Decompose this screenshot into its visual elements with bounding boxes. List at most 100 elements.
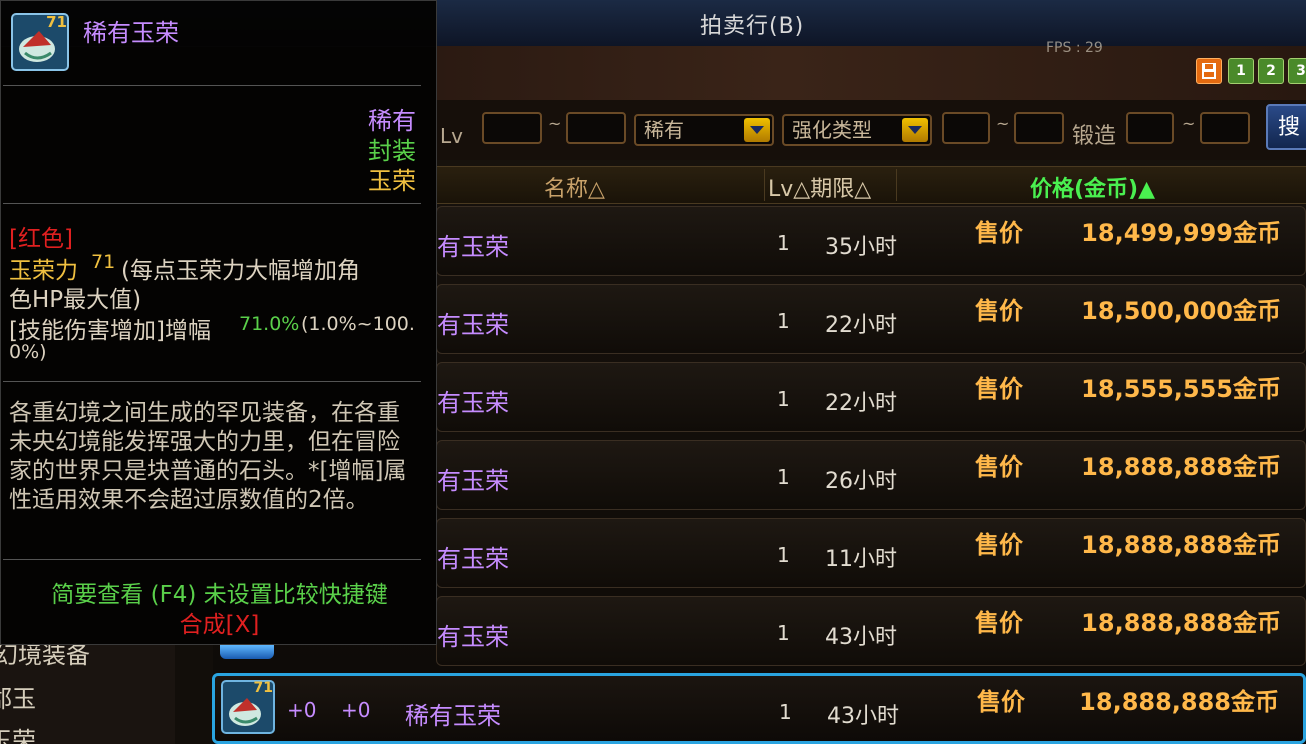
icon-count: 71: [253, 680, 273, 696]
rarity-dropdown[interactable]: 稀有: [634, 114, 774, 146]
col-lv-period-sort[interactable]: Lv△期限△: [768, 171, 871, 203]
stat-desc: (每点玉荣力大幅增加角: [121, 258, 360, 284]
sale-label: 售价: [977, 688, 1025, 716]
listing-row[interactable]: 有玉荣 1 22小时 售价 18,500,000金币: [436, 284, 1306, 354]
column-divider: [764, 169, 765, 201]
item-tooltip: 71 稀有玉荣 稀有 封装 玉荣 [红色] 玉荣力 71 (每点玉荣力大幅增加角…: [0, 0, 437, 645]
jade-gem-icon: 71: [11, 13, 69, 71]
forge-min-input[interactable]: [1126, 112, 1174, 144]
divider: [3, 203, 421, 204]
divider: [3, 85, 421, 86]
item-period: 43小时: [827, 704, 899, 729]
column-header: 名称△ Lv△期限△ 价格(金币)▲: [436, 166, 1306, 204]
item-level: 1: [777, 231, 790, 255]
item-price: 18,888,888金币: [1081, 531, 1281, 559]
item-period: 22小时: [825, 391, 897, 416]
item-level: 1: [777, 387, 790, 411]
listing-row-selected[interactable]: 71 +0 +0 稀有玉荣 1 43小时 售价 18,888,888金币: [212, 673, 1306, 744]
listing-row[interactable]: 有玉荣 1 22小时 售价 18,555,555金币: [436, 362, 1306, 432]
item-name: 有玉荣: [437, 311, 509, 339]
color-tag: [红色]: [9, 226, 73, 252]
item-period: 26小时: [825, 469, 897, 494]
item-name: 有玉荣: [437, 623, 509, 651]
item-name: 有玉荣: [437, 233, 509, 261]
fps-readout: FPS : 29: [1046, 40, 1103, 56]
sale-label: 售价: [975, 375, 1023, 403]
save-icon[interactable]: [1196, 58, 1222, 84]
divider: [3, 559, 421, 560]
listing-row[interactable]: 有玉荣 1 43小时 售价 18,888,888金币: [436, 596, 1306, 666]
item-price: 18,888,888金币: [1079, 688, 1279, 716]
page-3-button[interactable]: 3: [1288, 58, 1306, 84]
column-divider: [896, 169, 897, 201]
forge-label: 锻造: [1072, 124, 1117, 149]
item-period: 11小时: [825, 547, 897, 572]
item-description: 各重幻境之间生成的罕见装备，在各重未央幻境能发挥强大的力里，但在冒险家的世界只是…: [9, 400, 407, 513]
item-period: 22小时: [825, 313, 897, 338]
item-price: 18,499,999金币: [1081, 219, 1281, 247]
category-list: 幻境装备 郡玉 玉荣: [0, 641, 175, 744]
skill-value: 71.0%: [239, 313, 300, 335]
page-1-button[interactable]: 1: [1228, 58, 1254, 84]
lv-max-input[interactable]: [566, 112, 626, 144]
col-name-sort[interactable]: 名称△: [544, 171, 605, 203]
item-name: 有玉荣: [437, 467, 509, 495]
item-price: 18,888,888金币: [1081, 609, 1281, 637]
item-price: 18,888,888金币: [1081, 453, 1281, 481]
type-label: 玉荣: [368, 167, 416, 195]
item-period: 35小时: [825, 235, 897, 260]
sale-label: 售价: [975, 609, 1023, 637]
rarity-value: 稀有: [644, 118, 684, 142]
skill-range-cont: 0%): [9, 341, 47, 363]
stat-desc-cont: 色HP最大值): [9, 287, 142, 313]
item-period: 43小时: [825, 625, 897, 650]
enhance-type-value: 强化类型: [792, 118, 872, 142]
combine-hint: 合成[X]: [179, 612, 260, 638]
skill-range: (1.0%~100.: [301, 313, 415, 335]
sale-label: 售价: [975, 219, 1023, 247]
window-title: 拍卖行(B): [700, 14, 805, 39]
jade-gem-icon: 71: [221, 680, 275, 734]
item-level: 1: [777, 309, 790, 333]
col-price-sort[interactable]: 价格(金币)▲: [1030, 171, 1155, 203]
item-name: 有玉荣: [437, 545, 509, 573]
enhance-min-input[interactable]: [942, 112, 990, 144]
item-level: 1: [779, 700, 792, 724]
enhance-range-tilde: ~: [996, 114, 1010, 133]
sale-label: 售价: [975, 453, 1023, 481]
category-item[interactable]: 玉荣: [0, 721, 36, 744]
tooltip-title: 稀有玉荣: [83, 19, 179, 47]
enhance-type-dropdown[interactable]: 强化类型: [782, 114, 932, 146]
list-scroll-track: [175, 645, 213, 744]
enhance-max-input[interactable]: [1014, 112, 1064, 144]
listing-row[interactable]: 有玉荣 1 26小时 售价 18,888,888金币: [436, 440, 1306, 510]
item-name: 稀有玉荣: [405, 702, 501, 730]
auction-house-window: 拍卖行(B) FPS : 29 1 2 3 Lv ~ 稀有 强化类型 ~ 锻造 …: [0, 0, 1306, 744]
lv-label: Lv: [440, 124, 463, 148]
item-level: 1: [777, 465, 790, 489]
chevron-down-icon[interactable]: [744, 118, 770, 142]
listing-row[interactable]: 有玉荣 1 35小时 售价 18,499,999金币: [436, 206, 1306, 276]
compare-hint: 简要查看 (F4) 未设置比较快捷键: [51, 582, 388, 608]
listing-row[interactable]: 有玉荣 1 11小时 售价 18,888,888金币: [436, 518, 1306, 588]
divider: [3, 381, 421, 382]
forge-range-tilde: ~: [1182, 114, 1196, 133]
sale-label: 售价: [975, 531, 1023, 559]
lv-min-input[interactable]: [482, 112, 542, 144]
forge-max-input[interactable]: [1200, 112, 1250, 144]
forge-level: +0: [341, 698, 371, 722]
page-2-button[interactable]: 2: [1258, 58, 1284, 84]
skill-name: [技能伤害增加]增幅: [9, 318, 211, 344]
stat-value: 71: [91, 251, 116, 273]
item-level: 1: [777, 543, 790, 567]
enhance-level: +0: [287, 698, 317, 722]
item-level: 1: [777, 621, 790, 645]
lv-range-tilde: ~: [548, 114, 562, 133]
item-icon: [220, 645, 274, 659]
item-name: 有玉荣: [437, 389, 509, 417]
chevron-down-icon[interactable]: [902, 118, 928, 142]
search-button[interactable]: 搜: [1266, 104, 1306, 150]
item-price: 18,500,000金币: [1081, 297, 1281, 325]
category-item[interactable]: 郡玉: [0, 679, 36, 714]
sale-label: 售价: [975, 297, 1023, 325]
